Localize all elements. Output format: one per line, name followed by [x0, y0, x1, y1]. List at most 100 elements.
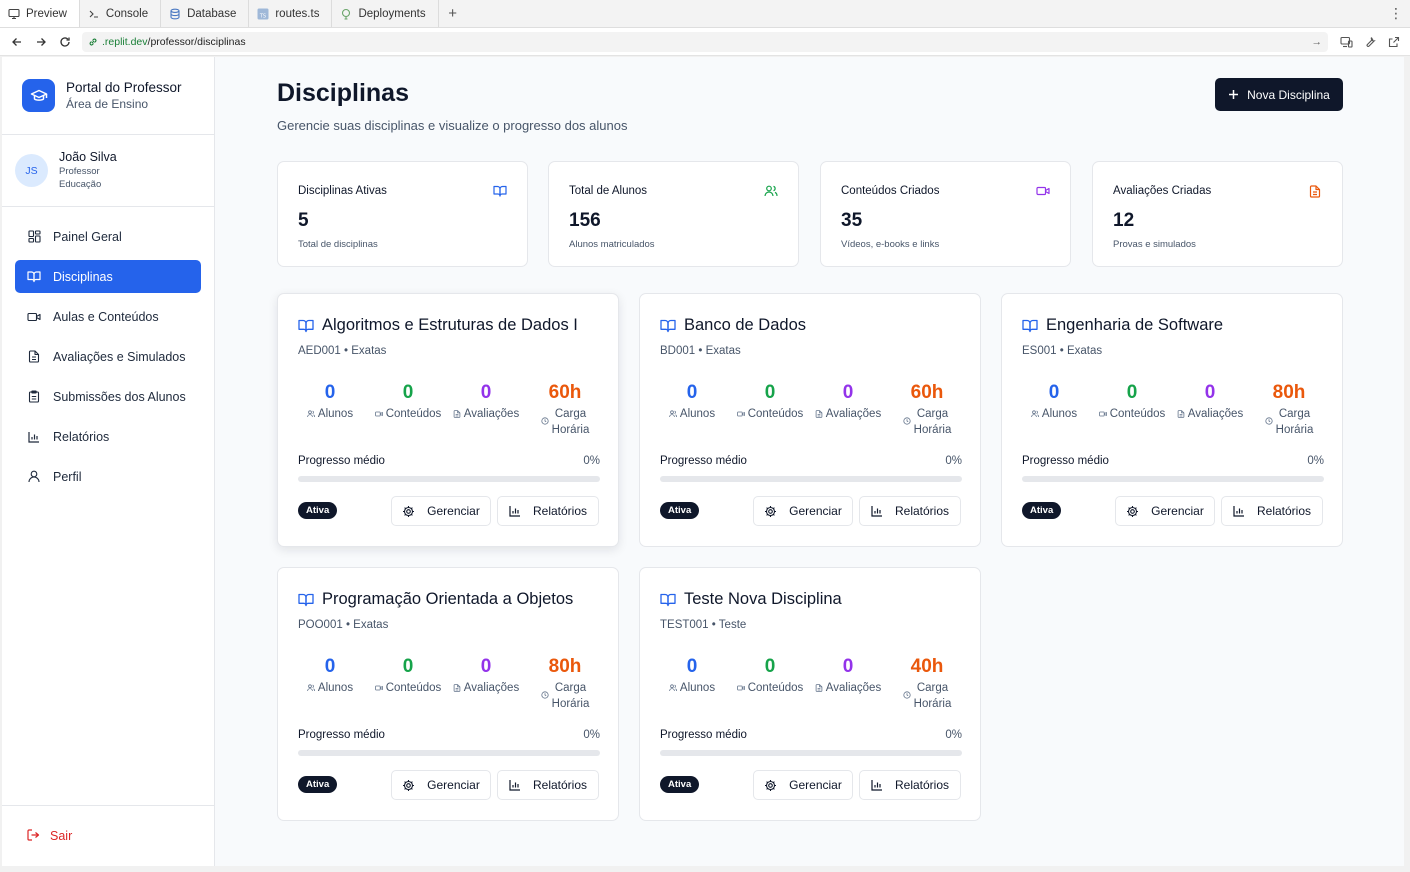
sidebar-item-aulas-conteudos[interactable]: Aulas e Conteúdos [15, 300, 201, 333]
course-code-area: ES001 • Exatas [1022, 345, 1103, 357]
file-text-icon [815, 684, 823, 692]
metric-value: 0 [842, 382, 854, 403]
course-metrics: 0 Alunos 0 Conteúdos 0 Avaliações 80h Ca… [1022, 380, 1324, 440]
stat-title: Conteúdos Criados [841, 185, 940, 197]
metric-label: Horária [913, 424, 952, 436]
new-discipline-label: Nova Disciplina [1247, 87, 1330, 102]
progress-label: Progresso médio [660, 455, 747, 467]
sidebar-item-painel-geral[interactable]: Painel Geral [15, 220, 201, 253]
metric-carga-horaria: 80h Carga Horária [525, 654, 605, 712]
back-button[interactable] [6, 31, 28, 53]
avatar: JS [15, 154, 48, 187]
stat-card-disciplinas: Disciplinas Ativas 5 Total de disciplina… [277, 161, 528, 267]
metric-label: Alunos [317, 408, 354, 420]
tab-preview[interactable]: Preview [0, 0, 80, 27]
sidebar-item-label: Aulas e Conteúdos [53, 309, 159, 324]
reports-button[interactable]: Relatórios [859, 496, 961, 526]
status-badge: Ativa [298, 776, 338, 793]
reports-button[interactable]: Relatórios [859, 770, 961, 800]
manage-button[interactable]: Gerenciar [1115, 496, 1215, 526]
tab-database[interactable]: Database [161, 0, 250, 27]
forward-button[interactable] [30, 31, 52, 53]
new-tab-button[interactable]: + [439, 0, 467, 27]
reports-label: Relatórios [532, 504, 588, 518]
brand-subtitle: Área de Ensino [66, 96, 149, 111]
metric-label: Avaliações [463, 682, 520, 694]
course-title: Programação Orientada a Objetos [322, 590, 574, 608]
metric-carga-horaria: 80h Carga Horária [1249, 380, 1329, 438]
reports-button[interactable]: Relatórios [1221, 496, 1323, 526]
sidebar-item-perfil[interactable]: Perfil [15, 460, 201, 493]
stat-description: Vídeos, e-books e links [841, 239, 940, 250]
sidebar-item-avaliacoes[interactable]: Avaliações e Simulados [15, 340, 201, 373]
metric-label: Conteúdos [747, 682, 804, 694]
url-field[interactable]: .replit.dev/professor/disciplinas → [82, 31, 1328, 52]
devices-icon[interactable] [1336, 32, 1356, 52]
settings-icon [764, 505, 777, 518]
progress-row: Progresso médio 0% [298, 455, 600, 467]
reload-button[interactable] [54, 31, 76, 53]
book-open-icon [27, 270, 41, 284]
manage-button[interactable]: Gerenciar [391, 770, 491, 800]
stat-value: 12 [1113, 210, 1135, 231]
metric-value: 0 [480, 382, 492, 403]
stat-title: Disciplinas Ativas [298, 185, 387, 197]
tab-routes[interactable]: TS routes.ts [249, 0, 333, 27]
reports-button[interactable]: Relatórios [497, 496, 599, 526]
video-icon [374, 684, 383, 692]
course-card[interactable]: Engenharia de Software ES001 • Exatas 0 … [1001, 293, 1343, 547]
manage-label: Gerenciar [427, 778, 480, 792]
metric-label: Conteúdos [385, 682, 442, 694]
course-card[interactable]: Banco de Dados BD001 • Exatas 0 Alunos 0… [639, 293, 981, 547]
course-code: POO001 [298, 619, 343, 631]
metric-value: 0 [1204, 382, 1216, 403]
reports-button[interactable]: Relatórios [497, 770, 599, 800]
course-card[interactable]: Programação Orientada a Objetos POO001 •… [277, 567, 619, 821]
course-card[interactable]: Teste Nova Disciplina TEST001 • Teste 0 … [639, 567, 981, 821]
manage-button[interactable]: Gerenciar [391, 496, 491, 526]
metric-conteudos: 0 Conteúdos [368, 380, 448, 422]
settings-icon [402, 505, 415, 518]
wrench-icon[interactable] [1360, 32, 1380, 52]
metric-label: Avaliações [825, 408, 882, 420]
metric-value: 0 [324, 656, 336, 677]
go-arrow-icon[interactable]: → [1312, 36, 1323, 48]
manage-button[interactable]: Gerenciar [753, 496, 853, 526]
book-open-icon [1022, 319, 1038, 333]
users-icon [669, 684, 677, 692]
status-badge: Ativa [1022, 502, 1062, 519]
metric-label: Carga [1278, 408, 1311, 420]
clock-icon [541, 691, 549, 699]
progress-row: Progresso médio 0% [298, 729, 600, 741]
user-profile: JS João Silva Professor Educação [2, 135, 214, 207]
file-text-icon [815, 410, 823, 418]
new-discipline-button[interactable]: Nova Disciplina [1215, 78, 1343, 111]
sidebar-item-disciplinas[interactable]: Disciplinas [15, 260, 201, 293]
tab-console[interactable]: Console [80, 0, 162, 27]
stat-description: Total de disciplinas [298, 239, 378, 250]
metric-alunos: 0 Alunos [652, 654, 732, 696]
sidebar-item-relatorios[interactable]: Relatórios [15, 420, 201, 453]
tab-deployments[interactable]: Deployments [332, 0, 439, 27]
sidebar-item-label: Relatórios [53, 429, 110, 444]
metric-carga-horaria: 60h Carga Horária [525, 380, 605, 438]
course-title: Teste Nova Disciplina [684, 590, 842, 608]
log-out-icon [27, 828, 40, 844]
manage-button[interactable]: Gerenciar [753, 770, 853, 800]
sidebar-item-submissoes[interactable]: Submissões dos Alunos [15, 380, 201, 413]
metric-alunos: 0 Alunos [1014, 380, 1094, 422]
course-card[interactable]: Algoritmos e Estruturas de Dados I AED00… [277, 293, 619, 547]
metric-value: 0 [480, 656, 492, 677]
bar-chart-icon [509, 505, 521, 517]
arrow-right-icon [37, 37, 46, 46]
stat-description: Provas e simulados [1113, 239, 1196, 250]
more-vertical-icon[interactable]: ⋮ [1382, 0, 1410, 27]
logout-button[interactable]: Sair [15, 821, 201, 851]
stat-card-avaliacoes: Avaliações Criadas 12 Provas e simulados [1092, 161, 1343, 267]
course-area: Teste [718, 619, 747, 631]
stat-value: 5 [298, 210, 309, 231]
external-link-icon[interactable] [1384, 32, 1404, 52]
settings-icon [1126, 505, 1139, 518]
stat-value: 35 [841, 210, 863, 231]
course-code: TEST001 [660, 619, 709, 631]
